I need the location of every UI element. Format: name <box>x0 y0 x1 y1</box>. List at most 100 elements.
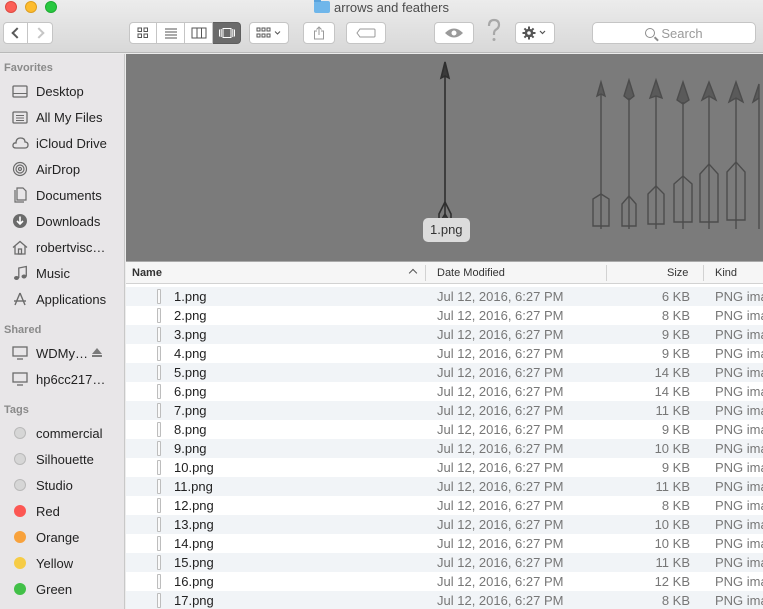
arrange-button[interactable] <box>249 22 289 44</box>
table-row[interactable]: 12.png Jul 12, 2016, 6:27 PM 8 KB PNG ima <box>126 496 763 515</box>
png-file-icon <box>157 422 161 437</box>
table-row[interactable]: 10.png Jul 12, 2016, 6:27 PM 9 KB PNG ima <box>126 458 763 477</box>
cover-flow-view-button[interactable] <box>213 22 241 44</box>
sidebar-item-desktop[interactable]: Desktop <box>0 80 124 102</box>
sidebar-item-all-my-files[interactable]: All My Files <box>0 106 124 128</box>
tag-label: Green <box>36 581 73 597</box>
file-size: 8 KB <box>661 308 690 323</box>
column-header-size[interactable]: Size <box>667 262 688 284</box>
action-menu-button[interactable] <box>515 22 555 44</box>
file-kind: PNG ima <box>715 460 763 475</box>
table-row[interactable]: 9.png Jul 12, 2016, 6:27 PM 10 KB PNG ima <box>126 439 763 458</box>
file-date-modified: Jul 12, 2016, 6:27 PM <box>437 403 564 418</box>
file-list: Name Date Modified Size Kind 1.png Jul 12… <box>126 262 763 609</box>
file-size: 11 KB <box>655 555 690 570</box>
table-row[interactable]: 7.png Jul 12, 2016, 6:27 PM 11 KB PNG ima <box>126 401 763 420</box>
file-kind: PNG ima <box>715 327 763 342</box>
search-field[interactable]: Search <box>592 22 756 44</box>
table-row[interactable]: 5.png Jul 12, 2016, 6:27 PM 14 KB PNG ima <box>126 363 763 382</box>
list-view-button[interactable] <box>157 22 185 44</box>
sidebar-item-applications[interactable]: Applications <box>0 288 124 310</box>
file-name: 6.png <box>174 384 207 399</box>
sidebar-tag-red[interactable]: Red <box>0 500 124 522</box>
file-name: 16.png <box>174 574 214 589</box>
icon-view-button[interactable] <box>129 22 157 44</box>
file-size: 10 KB <box>654 441 690 456</box>
file-name: 12.png <box>174 498 214 513</box>
columns-icon <box>191 27 206 39</box>
sidebar-tag-silhouette[interactable]: Silhouette <box>0 448 124 470</box>
sidebar-item-downloads[interactable]: Downloads <box>0 210 124 232</box>
sidebar-tag-yellow[interactable]: Yellow <box>0 552 124 574</box>
back-button[interactable] <box>3 22 28 44</box>
png-file-icon <box>157 441 161 456</box>
table-row[interactable]: 11.png Jul 12, 2016, 6:27 PM 11 KB PNG ima <box>126 477 763 496</box>
png-file-icon <box>157 460 161 475</box>
file-kind: PNG ima <box>715 289 763 304</box>
sidebar-item-label: Downloads <box>36 213 101 229</box>
file-kind: PNG ima <box>715 422 763 437</box>
table-row[interactable]: 2.png Jul 12, 2016, 6:27 PM 8 KB PNG ima <box>126 306 763 325</box>
table-row[interactable]: 15.png Jul 12, 2016, 6:27 PM 11 KB PNG ima <box>126 553 763 572</box>
tag-icon <box>356 28 376 38</box>
chevron-right-icon <box>32 27 45 39</box>
eject-icon[interactable] <box>92 348 102 357</box>
view-mode-group <box>129 22 241 44</box>
column-header-kind[interactable]: Kind <box>715 262 737 284</box>
table-row[interactable]: 13.png Jul 12, 2016, 6:27 PM 10 KB PNG ima <box>126 515 763 534</box>
column-divider[interactable] <box>703 265 704 281</box>
table-row[interactable]: 3.png Jul 12, 2016, 6:27 PM 9 KB PNG ima <box>126 325 763 344</box>
sidebar-item-airdrop[interactable]: AirDrop <box>0 158 124 180</box>
search-placeholder: Search <box>661 25 703 41</box>
search-icon <box>645 28 656 38</box>
column-view-button[interactable] <box>185 22 213 44</box>
file-size: 9 KB <box>661 327 690 342</box>
tag-dot-icon <box>14 531 26 543</box>
sidebar-item-home[interactable]: robertvisc… <box>0 236 124 258</box>
sort-ascending-icon <box>408 268 418 278</box>
sidebar-tag-commercial[interactable]: commercial <box>0 422 124 444</box>
table-row[interactable]: 17.png Jul 12, 2016, 6:27 PM 8 KB PNG ima <box>126 591 763 609</box>
sidebar: Favorites Desktop All My Files iCloud Dr… <box>0 54 125 609</box>
share-icon <box>314 26 324 40</box>
table-row[interactable]: 4.png Jul 12, 2016, 6:27 PM 9 KB PNG ima <box>126 344 763 363</box>
tag-label: Silhouette <box>36 451 94 467</box>
sidebar-item-wdmy[interactable]: WDMy… <box>0 342 124 364</box>
file-kind: PNG ima <box>715 441 763 456</box>
tag-label: Studio <box>36 477 73 493</box>
sidebar-item-documents[interactable]: Documents <box>0 184 124 206</box>
quick-look-button[interactable] <box>434 22 474 44</box>
table-row[interactable]: 16.png Jul 12, 2016, 6:27 PM 12 KB PNG ima <box>126 572 763 591</box>
help-button[interactable] <box>486 18 502 44</box>
sidebar-item-music[interactable]: Music <box>0 262 124 284</box>
file-name: 9.png <box>174 441 207 456</box>
column-header-date-modified[interactable]: Date Modified <box>437 262 505 284</box>
sidebar-item-icloud-drive[interactable]: iCloud Drive <box>0 132 124 154</box>
sidebar-tag-green[interactable]: Green <box>0 578 124 600</box>
file-date-modified: Jul 12, 2016, 6:27 PM <box>437 346 564 361</box>
music-icon <box>11 265 29 281</box>
file-size: 8 KB <box>661 593 690 608</box>
sidebar-tag-studio[interactable]: Studio <box>0 474 124 496</box>
forward-button[interactable] <box>28 22 53 44</box>
edit-tags-button[interactable] <box>346 22 386 44</box>
cover-flow-preview[interactable]: 1.png <box>126 54 763 262</box>
share-button[interactable] <box>303 22 335 44</box>
column-divider[interactable] <box>425 265 426 281</box>
file-kind: PNG ima <box>715 517 763 532</box>
column-header-name[interactable]: Name <box>132 262 162 284</box>
file-kind: PNG ima <box>715 365 763 380</box>
sidebar-item-hp6cc217[interactable]: hp6cc217… <box>0 368 124 390</box>
table-row[interactable]: 8.png Jul 12, 2016, 6:27 PM 9 KB PNG ima <box>126 420 763 439</box>
file-size: 9 KB <box>661 422 690 437</box>
file-size: 8 KB <box>661 498 690 513</box>
png-file-icon <box>157 574 161 589</box>
file-kind: PNG ima <box>715 593 763 608</box>
table-row[interactable]: 1.png Jul 12, 2016, 6:27 PM 6 KB PNG ima <box>126 287 763 306</box>
file-date-modified: Jul 12, 2016, 6:27 PM <box>437 422 564 437</box>
png-file-icon <box>157 536 161 551</box>
table-row[interactable]: 6.png Jul 12, 2016, 6:27 PM 14 KB PNG ima <box>126 382 763 401</box>
table-row[interactable]: 14.png Jul 12, 2016, 6:27 PM 10 KB PNG ima <box>126 534 763 553</box>
column-divider[interactable] <box>606 265 607 281</box>
sidebar-tag-orange[interactable]: Orange <box>0 526 124 548</box>
